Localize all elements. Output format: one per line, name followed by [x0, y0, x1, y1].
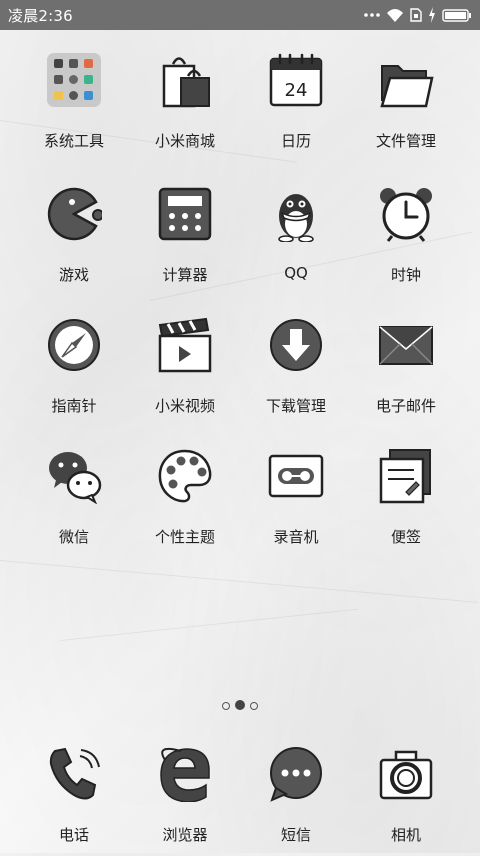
- app-label: 日历: [280, 132, 311, 150]
- alarm-clock-icon: [380, 188, 432, 242]
- app-qq[interactable]: QQ: [241, 186, 351, 296]
- app-label: 电话: [58, 826, 89, 844]
- app-clock[interactable]: 时钟: [351, 186, 461, 296]
- app-email[interactable]: 电子邮件: [351, 317, 461, 427]
- status-bar: 凌晨2:36: [0, 0, 480, 30]
- status-time: 凌晨2:36: [8, 7, 73, 25]
- app-label: 指南针: [51, 397, 97, 415]
- app-system-tools[interactable]: 系统工具: [19, 52, 129, 162]
- dock-browser[interactable]: 浏览器: [130, 746, 240, 856]
- app-mi-store[interactable]: 小米商城: [130, 52, 240, 162]
- folder-icon: [380, 65, 434, 108]
- clapperboard-icon: [158, 317, 212, 373]
- system-tools-folder-icon: [47, 53, 101, 107]
- notes-icon: [379, 449, 431, 504]
- message-icon: [270, 747, 322, 802]
- app-wechat[interactable]: 微信: [19, 448, 129, 558]
- app-label: 电子邮件: [375, 397, 436, 415]
- app-recorder[interactable]: 录音机: [241, 448, 351, 558]
- app-label: 相机: [390, 826, 421, 844]
- app-download-manager[interactable]: 下载管理: [241, 317, 351, 427]
- app-notes[interactable]: 便签: [351, 448, 461, 558]
- app-label: 时钟: [390, 266, 421, 284]
- app-label: 录音机: [273, 528, 319, 546]
- dock-messages[interactable]: 短信: [241, 746, 351, 856]
- wechat-icon: [49, 452, 102, 504]
- camera-icon: [379, 750, 433, 800]
- page-dot[interactable]: [222, 702, 230, 710]
- browser-icon: [160, 747, 210, 802]
- page-dot[interactable]: [250, 702, 258, 710]
- app-file-manager[interactable]: 文件管理: [351, 52, 461, 162]
- palette-icon: [158, 449, 212, 503]
- app-mi-video[interactable]: 小米视频: [130, 317, 240, 427]
- penguin-icon: [278, 194, 314, 242]
- battery-icon: [442, 9, 471, 22]
- app-label: 计算器: [162, 266, 208, 284]
- compass-icon: [48, 319, 100, 371]
- pacman-icon: [47, 187, 102, 241]
- charging-icon: [429, 7, 435, 23]
- download-icon: [270, 319, 322, 371]
- page-dot-active[interactable]: [235, 700, 245, 710]
- wifi-icon: [387, 9, 403, 22]
- phone-icon: [49, 747, 100, 800]
- envelope-icon: [379, 326, 433, 365]
- app-games[interactable]: 游戏: [19, 186, 129, 296]
- app-label: 文件管理: [375, 132, 436, 150]
- app-compass[interactable]: 指南针: [19, 317, 129, 427]
- app-calculator[interactable]: 计算器: [130, 186, 240, 296]
- app-label: 小米视频: [154, 397, 215, 415]
- shopping-bag-icon: [162, 57, 210, 108]
- app-label: 小米商城: [154, 132, 215, 150]
- dock-phone[interactable]: 电话: [19, 746, 129, 856]
- app-label: 浏览器: [162, 826, 208, 844]
- app-label: 系统工具: [43, 132, 104, 150]
- app-label: 游戏: [58, 266, 89, 284]
- app-label: 便签: [390, 528, 421, 546]
- page-indicator: [222, 700, 262, 712]
- app-calendar[interactable]: 24 日历: [241, 52, 351, 162]
- calendar-day: 24: [285, 80, 308, 101]
- app-label: 下载管理: [265, 397, 326, 415]
- app-label: 短信: [280, 826, 311, 844]
- dock-camera[interactable]: 相机: [351, 746, 461, 856]
- app-label: QQ: [284, 264, 308, 282]
- calendar-icon: 24: [269, 53, 323, 107]
- sim-icon: [410, 8, 422, 22]
- app-label: 个性主题: [154, 528, 215, 546]
- cassette-icon: [268, 454, 324, 498]
- calculator-icon: [158, 187, 212, 241]
- app-themes[interactable]: 个性主题: [130, 448, 240, 558]
- more-dots-icon: [364, 13, 380, 17]
- app-label: 微信: [58, 528, 89, 546]
